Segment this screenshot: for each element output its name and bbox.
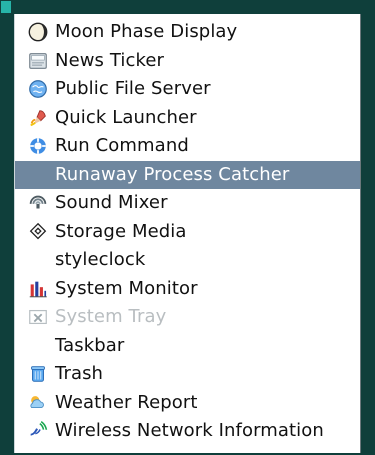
menu-item-styleclock[interactable]: styleclock [15, 246, 360, 275]
menu-item-moon-phase-display[interactable]: Moon Phase Display [15, 18, 360, 47]
menu-item-run-command[interactable]: Run Command [15, 132, 360, 161]
news-ticker-icon [21, 49, 55, 73]
menu-item-public-file-server[interactable]: Public File Server [15, 75, 360, 104]
trash-icon [21, 362, 55, 386]
menu-item-label: System Tray [55, 306, 167, 328]
window-top-strip [0, 0, 375, 14]
storage-media-icon [21, 220, 55, 244]
menu-item-label: Sound Mixer [55, 192, 168, 214]
moon-phase-icon [21, 20, 55, 44]
menu-item-label: Trash [55, 363, 104, 385]
menu-item-label: System Monitor [55, 277, 198, 299]
menu-item-trash[interactable]: Trash [15, 360, 360, 389]
menu-icon-placeholder [21, 248, 55, 272]
menu-item-label: Moon Phase Display [55, 21, 238, 43]
menu-item-label: Wireless Network Information [55, 420, 324, 442]
menu-item-label: Storage Media [55, 220, 187, 242]
globe-icon [21, 77, 55, 101]
menu-item-news-ticker[interactable]: News Ticker [15, 47, 360, 76]
menu-item-taskbar[interactable]: Taskbar [15, 332, 360, 361]
sound-mixer-icon [21, 191, 55, 215]
window-corner-marker [1, 1, 11, 13]
system-tray-icon [21, 305, 55, 329]
system-monitor-icon [21, 277, 55, 301]
applet-menu: Moon Phase Display News Ticker Public Fi… [14, 14, 375, 455]
menu-item-label: Weather Report [55, 391, 198, 413]
rocket-icon [21, 106, 55, 130]
menu-item-system-monitor[interactable]: System Monitor [15, 275, 360, 304]
menu-list: Moon Phase Display News Ticker Public Fi… [15, 18, 360, 446]
menu-item-label: styleclock [55, 249, 146, 271]
menu-item-wireless-network-information[interactable]: Wireless Network Information [15, 417, 360, 446]
menu-item-system-tray[interactable]: System Tray [15, 303, 360, 332]
menu-item-sound-mixer[interactable]: Sound Mixer [15, 189, 360, 218]
weather-report-icon [21, 391, 55, 415]
menu-item-label: Quick Launcher [55, 106, 197, 128]
menu-item-storage-media[interactable]: Storage Media [15, 218, 360, 247]
menu-item-label: Taskbar [55, 334, 125, 356]
menu-item-label: Runaway Process Catcher [55, 163, 290, 185]
menu-item-label: Public File Server [55, 78, 211, 100]
menu-icon-placeholder [21, 334, 55, 358]
run-command-icon [21, 134, 55, 158]
menu-icon-placeholder [21, 163, 55, 187]
applet-menu-window: Moon Phase Display News Ticker Public Fi… [0, 0, 375, 455]
wireless-network-icon [21, 419, 55, 443]
menu-item-quick-launcher[interactable]: Quick Launcher [15, 104, 360, 133]
menu-item-label: Run Command [55, 135, 189, 157]
menu-item-label: News Ticker [55, 49, 165, 71]
menu-item-runaway-process-catcher[interactable]: Runaway Process Catcher [15, 160, 360, 189]
menu-item-weather-report[interactable]: Weather Report [15, 389, 360, 418]
